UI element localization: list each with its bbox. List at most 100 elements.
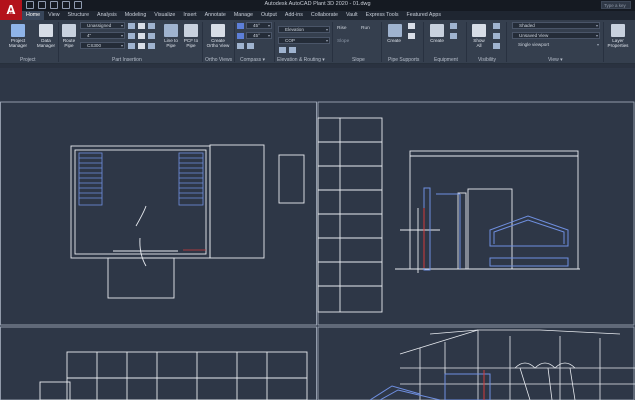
fitting-icon[interactable] <box>138 33 145 39</box>
grid-frame <box>66 351 308 400</box>
drawing-canvas[interactable] <box>0 68 635 400</box>
cabinet-outline <box>278 154 305 204</box>
search-input[interactable]: Type a key <box>601 1 631 9</box>
tab-insert[interactable]: Insert <box>179 11 200 20</box>
panel-equipment-label: Equipment <box>434 57 458 63</box>
curtain-top <box>514 362 576 369</box>
data-manager-button[interactable]: Data Manager <box>32 38 60 48</box>
compass-snap-icon[interactable] <box>237 33 244 39</box>
pcf-to-pipe-button[interactable]: PCF to Pipe <box>180 38 202 48</box>
create-ortho-view-button[interactable]: Create Ortho View <box>203 38 233 48</box>
window-right <box>178 152 204 206</box>
panel-compass-label: Compass ▾ <box>240 57 266 63</box>
panel-divider <box>466 22 467 62</box>
drawing-svg[interactable] <box>0 68 635 400</box>
tab-vault[interactable]: Vault <box>342 11 362 20</box>
valve-icon[interactable] <box>148 23 155 29</box>
tab-modeling[interactable]: Modeling <box>121 11 151 20</box>
show-all-icon[interactable] <box>472 24 486 37</box>
panel-divider <box>332 22 333 62</box>
tab-featured-apps[interactable]: Featured Apps <box>403 11 445 20</box>
valve-icon[interactable] <box>148 43 155 49</box>
panel-project-label: Project <box>20 57 36 63</box>
valve-icon[interactable] <box>148 33 155 39</box>
project-manager-icon[interactable] <box>11 24 25 37</box>
section-room-outline <box>409 150 579 270</box>
bottom-left-drawing <box>39 351 308 400</box>
spec-dropdown[interactable]: Unassigned <box>80 22 125 29</box>
ribbon-tab-bar: Home View Structure Analysis Modeling Vi… <box>22 11 635 20</box>
pcf-to-pipe-icon[interactable] <box>184 24 198 37</box>
support-tool-icon[interactable] <box>408 23 415 29</box>
pipe-tool-icon[interactable] <box>128 23 135 29</box>
section-door <box>467 188 513 270</box>
tab-analysis[interactable]: Analysis <box>93 11 121 20</box>
layer-properties-icon[interactable] <box>611 24 625 37</box>
tab-express-tools[interactable]: Express Tools <box>362 11 403 20</box>
tab-manage[interactable]: Manage <box>230 11 257 20</box>
panel-ortho-views-label: Ortho Views <box>205 57 233 63</box>
visibility-tool-icon[interactable] <box>493 33 500 39</box>
line-to-pipe-button[interactable]: Line to Pipe <box>160 38 182 48</box>
tab-structure[interactable]: Structure <box>64 11 94 20</box>
panel-part-insertion-label: Part Insertion <box>112 57 142 63</box>
visual-style-dropdown[interactable]: Shaded <box>512 22 600 29</box>
viewport-bottom-right[interactable] <box>317 326 635 400</box>
visibility-tool-icon[interactable] <box>493 43 500 49</box>
tab-visualize[interactable]: Visualize <box>150 11 179 20</box>
equipment-tool-icon[interactable] <box>450 23 457 29</box>
pipe-support-icon[interactable] <box>388 24 402 37</box>
equipment-tool-icon[interactable] <box>450 33 457 39</box>
route-pipe-icon[interactable] <box>62 24 76 37</box>
line-to-pipe-icon[interactable] <box>164 24 178 37</box>
visibility-tool-icon[interactable] <box>493 23 500 29</box>
route-pipe-button[interactable]: Route Pipe <box>58 38 80 48</box>
tab-view[interactable]: View <box>44 11 63 20</box>
layer-properties-button[interactable]: Layer Properties <box>603 38 633 48</box>
size-dropdown[interactable]: 4" <box>80 32 125 39</box>
show-all-button[interactable]: Show All <box>468 38 490 48</box>
data-manager-icon[interactable] <box>39 24 53 37</box>
panel-divider <box>274 22 275 62</box>
compass-angle2-dropdown[interactable]: 45° <box>246 32 272 39</box>
column-elevation <box>317 117 383 313</box>
panel-elevation-routing-label: Elevation & Routing ▾ <box>277 57 325 63</box>
fitting-icon[interactable] <box>138 23 145 29</box>
routing-icon[interactable] <box>279 47 286 53</box>
fitting-icon[interactable] <box>138 43 145 49</box>
tab-add-ins[interactable]: Add-ins <box>281 11 307 20</box>
equipment-icon[interactable] <box>430 24 444 37</box>
window-left <box>78 152 103 206</box>
ribbon: Project Manager Data Manager Project Rou… <box>0 20 635 64</box>
create-ortho-view-icon[interactable] <box>211 24 225 37</box>
cop-dropdown[interactable]: COP <box>278 37 330 44</box>
viewport-top-right[interactable] <box>317 101 635 326</box>
elevation-dropdown[interactable]: Elevation <box>278 26 330 33</box>
pipe-tool-icon[interactable] <box>128 43 135 49</box>
project-manager-button[interactable]: Project Manager <box>4 38 32 48</box>
section-panel <box>457 192 467 270</box>
pipe-column <box>423 187 431 271</box>
viewport-top-left[interactable] <box>0 101 317 326</box>
routing-icon[interactable] <box>289 47 296 53</box>
compass-angle-dropdown[interactable]: 45° <box>246 22 272 29</box>
pipe-tool-icon[interactable] <box>128 33 135 39</box>
spec-sheet-dropdown[interactable]: CS300 <box>80 42 125 49</box>
create-equipment-button[interactable]: Create <box>425 38 449 43</box>
compass-settings-icon[interactable] <box>247 43 254 49</box>
support-tool-icon[interactable] <box>408 33 415 39</box>
viewport-dropdown[interactable]: Single viewport <box>512 42 600 49</box>
title-bar: Autodesk AutoCAD Plant 3D 2020 - 01.dwg … <box>0 0 635 11</box>
viewport-bottom-left[interactable] <box>0 326 317 400</box>
tab-annotate[interactable]: Annotate <box>201 11 230 20</box>
compass-ticks-icon[interactable] <box>237 43 244 49</box>
panel-view-label: View ▾ <box>548 57 563 63</box>
panel-divider <box>423 22 424 62</box>
slope-label: Slope <box>337 39 350 44</box>
tab-output[interactable]: Output <box>257 11 281 20</box>
named-view-dropdown[interactable]: Unsaved View <box>512 32 600 39</box>
tab-home[interactable]: Home <box>22 11 45 20</box>
create-support-button[interactable]: Create <box>382 38 406 43</box>
tab-collaborate[interactable]: Collaborate <box>307 11 342 20</box>
compass-toggle-icon[interactable] <box>237 23 244 29</box>
